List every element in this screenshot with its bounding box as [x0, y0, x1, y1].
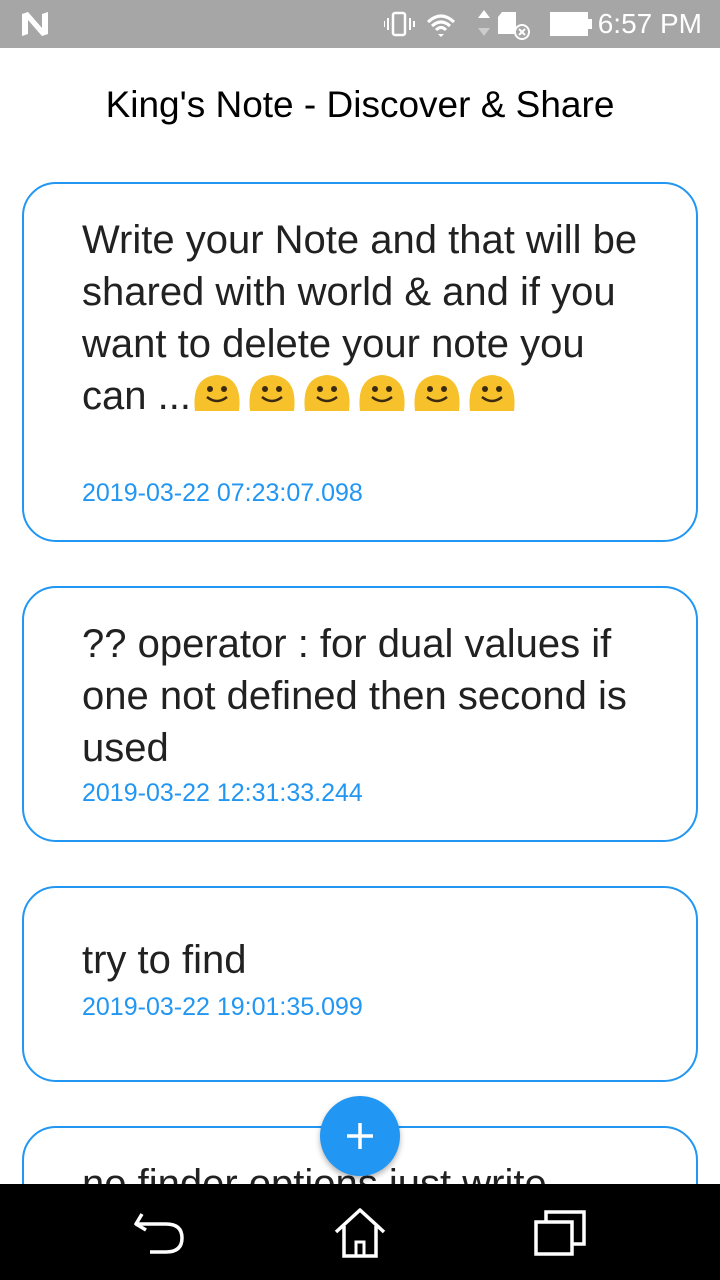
vibrate-icon — [384, 11, 415, 37]
wifi-icon — [426, 14, 456, 37]
smiley-emoji-icon — [359, 375, 405, 411]
recent-apps-icon[interactable] — [532, 1206, 588, 1258]
note-text: Write your Note and that will be shared … — [82, 214, 656, 422]
app-bar: King's Note - Discover & Share — [0, 48, 720, 160]
home-icon[interactable] — [332, 1206, 388, 1258]
notes-list[interactable]: Write your Note and that will be shared … — [0, 160, 720, 1184]
back-icon[interactable] — [132, 1206, 188, 1258]
note-card[interactable]: try to find 2019-03-22 19:01:35.099 — [22, 886, 698, 1082]
smiley-emoji-icon — [414, 375, 460, 411]
add-note-button[interactable] — [320, 1096, 400, 1176]
smiley-emoji-icon — [469, 375, 515, 411]
note-date: 2019-03-22 07:23:07.098 — [82, 479, 363, 507]
note-date: 2019-03-22 19:01:35.099 — [82, 993, 363, 1021]
note-text: try to find — [82, 938, 247, 982]
smiley-emoji-icon — [194, 375, 240, 411]
note-date: 2019-03-22 12:31:33.244 — [82, 779, 363, 807]
smiley-emoji-icon — [304, 375, 350, 411]
note-text: ?? operator : for dual values if one not… — [82, 622, 627, 770]
sd-card-icon — [498, 12, 530, 40]
plus-icon — [347, 1123, 373, 1149]
navigation-bar — [0, 1184, 720, 1280]
status-time: 6:57 PM — [597, 8, 702, 39]
battery-icon — [550, 12, 592, 36]
data-arrows-icon — [478, 10, 490, 36]
note-card[interactable]: Write your Note and that will be shared … — [22, 182, 698, 542]
smiley-emoji-icon — [249, 375, 295, 411]
status-bar: 6:57 PM — [0, 0, 720, 48]
note-card[interactable]: ?? operator : for dual values if one not… — [22, 586, 698, 842]
n-logo-icon — [22, 12, 48, 36]
page-title: King's Note - Discover & Share — [105, 84, 615, 125]
status-icons — [384, 10, 530, 40]
